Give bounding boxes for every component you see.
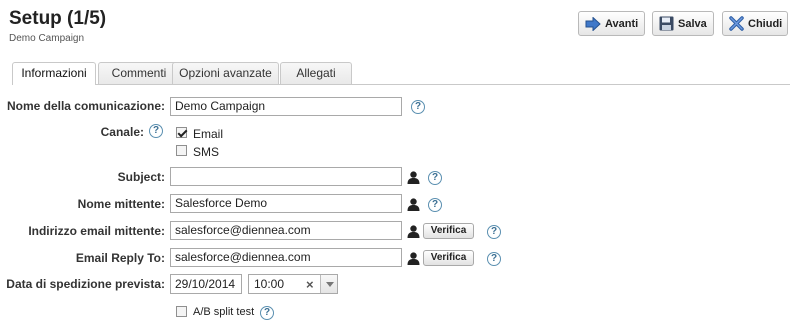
help-icon[interactable]: ? — [428, 198, 442, 212]
save-button-label: Salva — [678, 17, 707, 30]
channel-sms-checkbox[interactable] — [176, 145, 187, 156]
close-button[interactable]: Chiudi — [722, 11, 788, 36]
tab-strip-divider — [12, 84, 790, 85]
tab-informazioni[interactable]: Informazioni — [12, 62, 96, 85]
chevron-down-icon[interactable] — [320, 275, 337, 293]
help-icon[interactable]: ? — [487, 252, 501, 266]
reply-to-label: Email Reply To: — [75, 251, 165, 265]
sender-email-input[interactable]: salesforce@diennea.com — [170, 221, 402, 240]
sender-email-label: Indirizzo email mittente: — [28, 224, 165, 238]
tab-opzioni-avanzate[interactable]: Opzioni avanzate — [172, 62, 279, 84]
subject-input[interactable] — [170, 167, 402, 186]
send-time-select[interactable]: 10:00 × — [248, 274, 338, 294]
close-x-icon — [729, 16, 744, 32]
page-subtitle: Demo Campaign — [9, 33, 85, 44]
send-date-label: Data di spedizione prevista: — [6, 277, 165, 291]
reply-to-input[interactable]: salesforce@diennea.com — [170, 248, 402, 267]
next-button[interactable]: Avanti — [578, 11, 645, 36]
user-icon[interactable] — [407, 225, 420, 238]
ab-split-test-checkbox[interactable] — [176, 306, 187, 317]
tab-commenti[interactable]: Commenti — [98, 62, 180, 84]
verify-sender-button[interactable]: Verifica — [423, 223, 474, 239]
next-button-label: Avanti — [605, 17, 639, 30]
floppy-disk-icon — [659, 16, 674, 32]
send-date-input[interactable]: 29/10/2014 — [170, 274, 242, 294]
arrow-right-icon — [585, 16, 601, 32]
subject-label: Subject: — [117, 170, 165, 184]
help-icon[interactable]: ? — [260, 306, 274, 320]
channel-email-label: Email — [193, 127, 224, 141]
sender-name-input[interactable]: Salesforce Demo — [170, 194, 402, 213]
user-icon[interactable] — [407, 252, 420, 265]
help-icon[interactable]: ? — [149, 124, 163, 138]
channel-email-checkbox[interactable] — [176, 127, 187, 138]
channel-sms-label: SMS — [193, 145, 220, 159]
user-icon[interactable] — [407, 171, 420, 184]
page-title: Setup (1/5) — [9, 8, 107, 29]
save-button[interactable]: Salva — [652, 11, 714, 36]
campaign-name-input[interactable]: Demo Campaign — [170, 97, 402, 116]
close-button-label: Chiudi — [748, 17, 783, 30]
channel-label: Canale: — [100, 125, 144, 139]
help-icon[interactable]: ? — [411, 100, 425, 114]
verify-reply-to-button[interactable]: Verifica — [423, 250, 474, 266]
help-icon[interactable]: ? — [428, 171, 442, 185]
sender-name-label: Nome mittente: — [77, 197, 165, 211]
clear-x-icon[interactable]: × — [306, 277, 314, 292]
user-icon[interactable] — [407, 198, 420, 211]
tab-allegati[interactable]: Allegati — [280, 62, 352, 84]
ab-split-test-label: A/B split test — [193, 306, 255, 318]
help-icon[interactable]: ? — [487, 225, 501, 239]
send-time-value: 10:00 — [254, 277, 285, 291]
name-label: Nome della comunicazione: — [6, 99, 165, 113]
